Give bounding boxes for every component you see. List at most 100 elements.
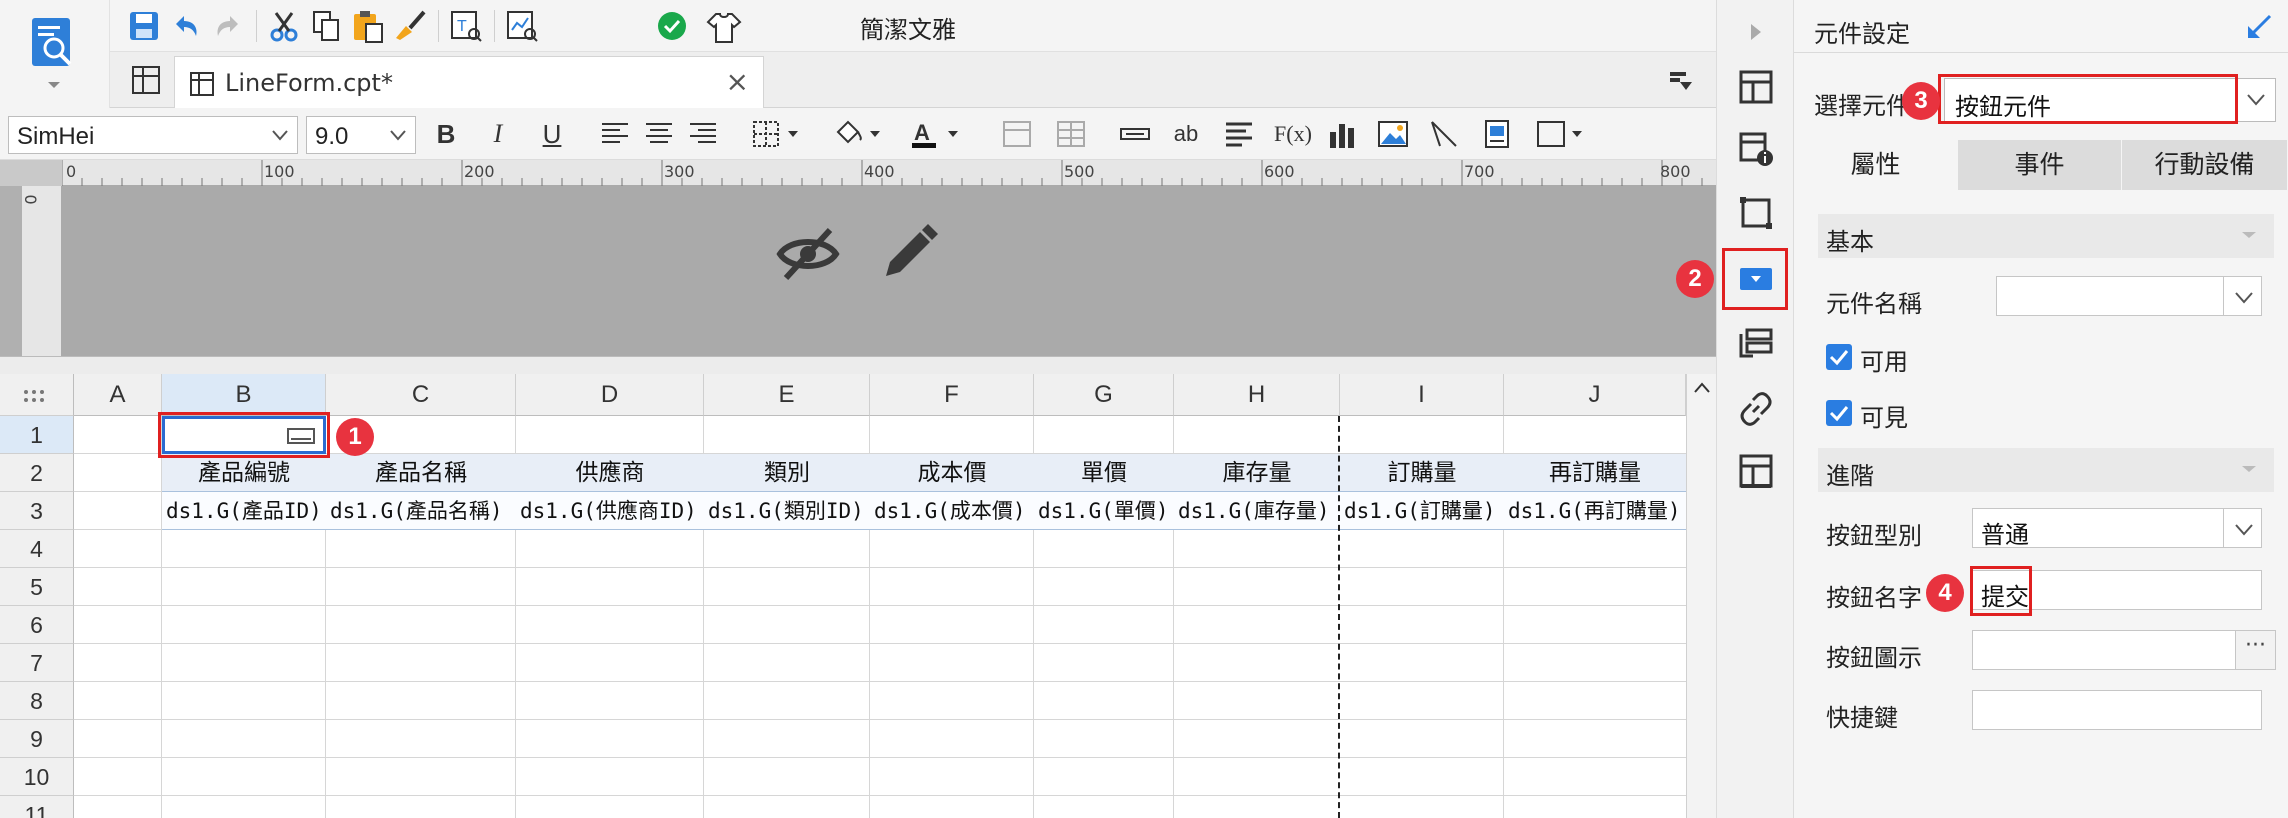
dataset-cell[interactable]: ds1.G(產品ID) [162,492,326,530]
row-header-7[interactable]: 7 [0,644,74,682]
widget-name-dropdown[interactable] [2223,277,2261,315]
chevron-up-icon[interactable] [1693,382,1711,394]
row-header-8[interactable]: 8 [0,682,74,720]
panel-collapse-icon[interactable] [2244,12,2274,42]
column-header-i[interactable]: I [1340,374,1504,416]
table-header-cell[interactable]: 供應商 [516,454,704,492]
border-dropdown-icon[interactable] [750,118,804,150]
tab-lineform[interactable]: LineForm.cpt* × [174,56,764,108]
italic-button[interactable]: I [480,116,516,152]
column-header-g[interactable]: G [1034,374,1174,416]
button-type-select[interactable]: 普通 [1972,508,2262,549]
column-header-b[interactable]: B [162,374,326,416]
preview-chart-icon[interactable] [504,8,540,44]
fill-color-dropdown-icon[interactable] [832,118,888,150]
row-header-10[interactable]: 10 [0,758,74,796]
button-icon-field[interactable]: ··· [1972,630,2276,670]
dataset-cell[interactable]: ds1.G(類別ID) [704,492,870,530]
table-header-cell[interactable]: 庫存量 [1174,454,1340,492]
enabled-checkbox[interactable] [1826,344,1852,370]
dataset-cell[interactable]: ds1.G(單價) [1034,492,1174,530]
cell-attribute-icon[interactable] [1737,68,1775,106]
theme-name-label[interactable]: 簡潔文雅 [860,10,956,45]
align-center-icon[interactable] [642,118,676,150]
tab-events[interactable]: 事件 [1958,140,2122,190]
row-header-5[interactable]: 5 [0,568,74,606]
undo-icon[interactable] [168,8,204,44]
tab-close-button[interactable]: × [726,65,749,98]
floating-element-icon[interactable] [1737,194,1775,232]
dataset-cell[interactable]: ds1.G(成本價) [870,492,1034,530]
font-family-select[interactable]: SimHei [8,116,298,154]
section-advanced[interactable]: 進階 [1818,448,2274,492]
redo-icon[interactable] [210,8,246,44]
table-header-cell[interactable]: 成本價 [870,454,1034,492]
row-header-3[interactable]: 3 [0,492,74,530]
copy-icon[interactable] [308,8,344,44]
table-header-cell[interactable]: 再訂購量 [1504,454,1686,492]
insert-chart-icon[interactable] [1326,118,1360,150]
tab-list-menu-icon[interactable] [1668,68,1694,92]
expand-arrow-icon[interactable] [1743,20,1767,44]
cut-icon[interactable] [266,8,302,44]
column-header-f[interactable]: F [870,374,1034,416]
section-basic[interactable]: 基本 [1818,214,2274,258]
shortcut-field[interactable] [1972,690,2262,730]
insert-paragraph-icon[interactable] [1222,118,1256,150]
visible-checkbox[interactable] [1826,400,1852,426]
condition-attribute-icon[interactable] [1737,326,1775,364]
merge-cells-icon[interactable] [1000,118,1034,150]
align-right-icon[interactable] [686,118,720,150]
text-preview-icon[interactable]: T [448,8,484,44]
tab-mobile[interactable]: 行動設備 [2122,140,2288,190]
button-type-dropdown[interactable] [2223,509,2261,547]
insert-image-icon[interactable] [1376,118,1410,150]
table-header-cell[interactable]: 訂購量 [1340,454,1504,492]
underline-button[interactable]: U [534,116,570,152]
column-header-d[interactable]: D [516,374,704,416]
eye-hidden-icon[interactable] [776,222,840,286]
widget-name-field[interactable] [1996,276,2262,316]
table-header-cell[interactable]: 產品編號 [162,454,326,492]
font-color-dropdown-icon[interactable]: A [908,118,966,150]
dataset-cell[interactable]: ds1.G(供應商ID) [516,492,704,530]
row-header-2[interactable]: 2 [0,454,74,492]
row-header-9[interactable]: 9 [0,720,74,758]
column-header-h[interactable]: H [1174,374,1340,416]
app-logo[interactable] [0,0,110,108]
table-header-cell[interactable]: 單價 [1034,454,1174,492]
spreadsheet-grid[interactable]: A B C D E F G H I J 1 2 3 4 5 6 7 8 9 10… [0,374,1686,818]
cell-element-icon[interactable] [1737,452,1775,490]
hyperlink-icon[interactable] [1737,390,1775,428]
column-header-a[interactable]: A [74,374,162,416]
insert-slash-icon[interactable] [1428,118,1462,150]
cell-info-icon[interactable] [1737,130,1775,168]
tab-properties[interactable]: 屬性 [1794,140,1958,190]
sheet-grid-icon[interactable] [130,64,162,96]
bold-button[interactable]: B [428,116,464,152]
table-header-cell[interactable]: 產品名稱 [326,454,516,492]
split-cells-icon[interactable] [1054,118,1088,150]
paste-icon[interactable] [350,8,386,44]
dataset-cell[interactable]: ds1.G(訂購量) [1340,492,1504,530]
theme-shirt-icon[interactable] [706,10,742,46]
save-icon[interactable] [126,8,162,44]
row-header-1[interactable]: 1 [0,416,74,454]
table-header-cell[interactable]: 類別 [704,454,870,492]
vertical-scrollbar[interactable] [1686,374,1716,818]
align-left-icon[interactable] [598,118,632,150]
select-all-corner[interactable] [0,374,74,416]
widget-type-dropdown[interactable] [2235,79,2275,121]
row-header-4[interactable]: 4 [0,530,74,568]
format-painter-icon[interactable] [392,8,428,44]
row-header-6[interactable]: 6 [0,606,74,644]
dataset-cell[interactable]: ds1.G(庫存量) [1174,492,1340,530]
font-size-select[interactable]: 9.0 [306,116,416,154]
insert-rich-text-button[interactable]: ab [1168,116,1204,152]
row-header-11[interactable]: 11 [0,796,74,818]
pencil-edit-icon[interactable] [876,222,940,286]
dataset-cell[interactable]: ds1.G(再訂購量) [1504,492,1686,530]
column-header-j[interactable]: J [1504,374,1686,416]
dataset-cell[interactable]: ds1.G(產品名稱) [326,492,516,530]
button-icon-browse-button[interactable]: ··· [2235,631,2275,669]
